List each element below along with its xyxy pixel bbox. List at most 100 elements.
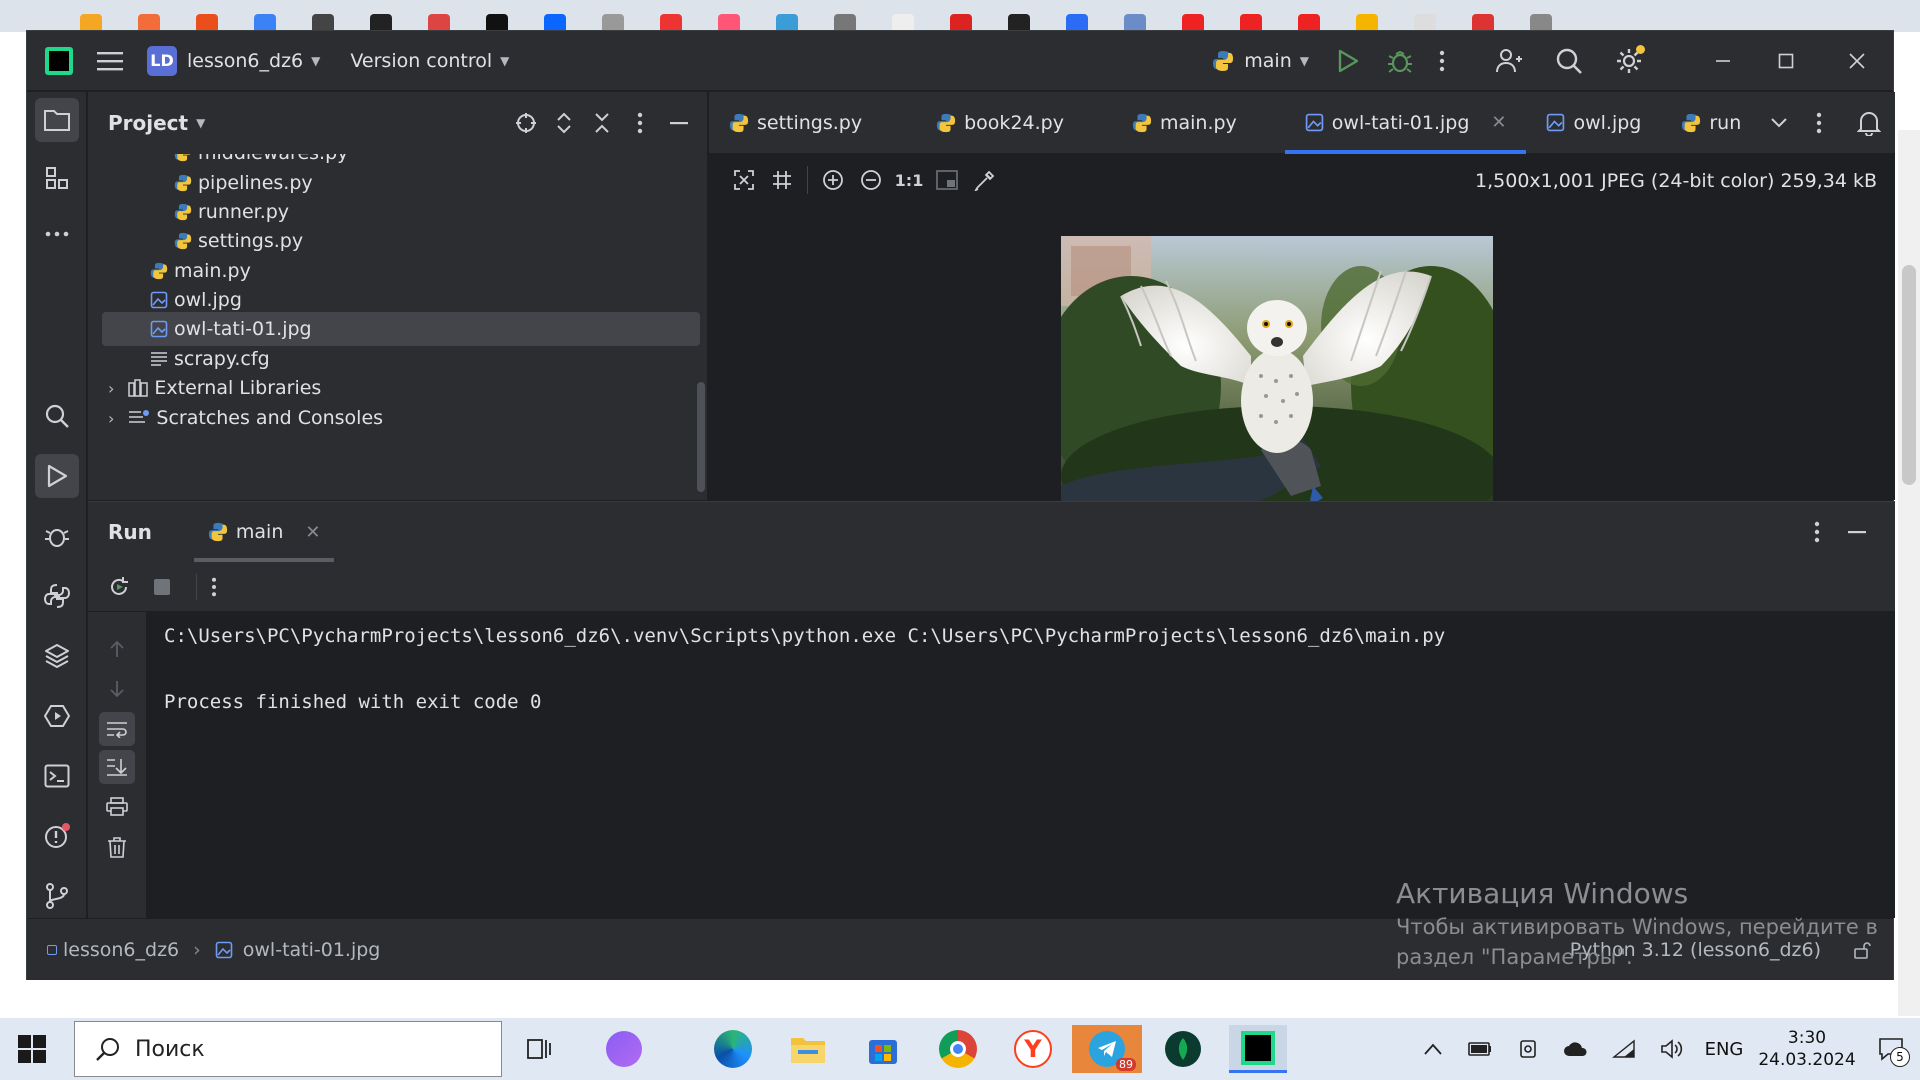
tree-item[interactable]: owl-tati-01.jpg xyxy=(102,312,700,346)
project-tree-scrollbar[interactable] xyxy=(697,382,705,492)
alice-assistant-button[interactable] xyxy=(595,1025,653,1073)
notification-center-button[interactable]: 5 xyxy=(1862,1037,1920,1067)
project-panel-title[interactable]: Project xyxy=(108,111,188,135)
clock[interactable]: 3:30 24.03.2024 xyxy=(1752,1027,1862,1071)
taskbar-search-box[interactable]: Поиск xyxy=(74,1021,502,1077)
run-more-button[interactable] xyxy=(211,577,231,597)
stop-button[interactable] xyxy=(152,577,182,597)
start-button[interactable] xyxy=(18,1035,46,1063)
zoom-in-button[interactable] xyxy=(814,161,852,199)
taskbar-app-pycharm[interactable] xyxy=(1229,1025,1287,1073)
debug-tool-button[interactable] xyxy=(35,514,79,558)
network-button[interactable] xyxy=(1600,1039,1648,1059)
notifications-button[interactable] xyxy=(1857,110,1881,136)
minimize-button[interactable] xyxy=(1695,53,1751,69)
maximize-button[interactable] xyxy=(1751,53,1821,69)
structure-tool-button[interactable] xyxy=(35,156,79,200)
fit-zoom-button[interactable] xyxy=(725,161,763,199)
battery-indicator[interactable] xyxy=(1456,1041,1504,1057)
close-icon[interactable]: ✕ xyxy=(305,522,320,543)
editor-scrollbar[interactable] xyxy=(1881,154,1895,500)
project-tool-button[interactable] xyxy=(35,98,79,142)
run-tool-button[interactable] xyxy=(35,454,79,498)
taskbar-app-edge[interactable] xyxy=(704,1025,762,1073)
settings-button[interactable] xyxy=(1615,44,1645,75)
zoom-out-button[interactable] xyxy=(852,161,890,199)
breadcrumb-project[interactable]: lesson6_dz6 xyxy=(63,939,179,961)
project-switcher[interactable]: LD lesson6_dz6 ▼ xyxy=(147,45,320,76)
more-actions-button[interactable] xyxy=(1439,50,1445,72)
show-hidden-icons-button[interactable] xyxy=(1410,1043,1456,1055)
print-button[interactable] xyxy=(99,790,135,824)
color-picker-button[interactable] xyxy=(966,161,1004,199)
clear-all-button[interactable] xyxy=(99,830,135,864)
panel-options-button[interactable] xyxy=(621,112,659,134)
scroll-to-end-button[interactable] xyxy=(99,750,135,784)
watermark-line1: Чтобы активировать Windows, перейдите в xyxy=(1396,915,1878,939)
find-tool-button[interactable] xyxy=(35,394,79,438)
rerun-button[interactable] xyxy=(108,576,138,598)
editor-tab[interactable]: owl.jpg xyxy=(1526,92,1661,154)
run-options-button[interactable] xyxy=(1797,521,1837,543)
close-window-button[interactable] xyxy=(1821,52,1893,69)
code-with-me-button[interactable] xyxy=(1495,47,1523,75)
main-menu-button[interactable] xyxy=(97,50,123,72)
editor-tab[interactable]: owl-tati-01.jpg ✕ xyxy=(1284,92,1527,154)
chevron-right-icon[interactable]: › xyxy=(108,409,114,428)
taskbar-app-telegram[interactable]: 89 xyxy=(1072,1025,1142,1073)
git-tool-button[interactable] xyxy=(35,874,79,918)
soft-wrap-button[interactable] xyxy=(99,712,135,746)
close-icon[interactable]: ✕ xyxy=(1491,112,1506,133)
taskbar-app-chrome[interactable] xyxy=(929,1025,987,1073)
editor-tab[interactable]: run xyxy=(1661,92,1741,154)
problems-tool-button[interactable] xyxy=(35,814,79,858)
python-console-tool-button[interactable] xyxy=(35,574,79,618)
chevron-down-icon[interactable]: ▼ xyxy=(196,116,205,130)
chevron-right-icon[interactable]: › xyxy=(108,379,114,398)
run-configuration-selector[interactable]: main ▼ xyxy=(1212,50,1309,72)
taskbar-app-mongodb[interactable] xyxy=(1154,1025,1212,1073)
debug-button[interactable] xyxy=(1387,48,1413,74)
actual-size-button[interactable]: 1:1 xyxy=(890,161,928,199)
scroll-up-button[interactable] xyxy=(99,632,135,666)
python-packages-tool-button[interactable] xyxy=(35,634,79,678)
hide-run-panel-button[interactable] xyxy=(1837,530,1877,534)
language-indicator[interactable]: ENG xyxy=(1696,1039,1752,1060)
search-everywhere-button[interactable] xyxy=(1555,47,1583,75)
terminal-tool-button[interactable] xyxy=(35,754,79,798)
taskbar-app-explorer[interactable] xyxy=(779,1025,837,1073)
hide-panel-button[interactable] xyxy=(659,121,699,125)
browser-scrollbar[interactable] xyxy=(1898,130,1920,1016)
volume-button[interactable] xyxy=(1648,1039,1696,1059)
run-tab-main[interactable]: main ✕ xyxy=(193,502,335,562)
run-button[interactable] xyxy=(1337,49,1359,73)
editor-tab[interactable]: settings.py xyxy=(709,92,882,154)
breadcrumb-file[interactable]: owl-tati-01.jpg xyxy=(243,939,381,961)
background-toggle-button[interactable] xyxy=(928,161,966,199)
task-view-button[interactable] xyxy=(510,1025,568,1073)
grid-button[interactable] xyxy=(763,161,801,199)
taskbar-app-yandex[interactable]: Y xyxy=(1004,1025,1062,1073)
editor-tab[interactable]: book24.py xyxy=(916,92,1084,154)
project-panel-header: Project ▼ xyxy=(88,92,707,154)
browser-scrollbar-thumb[interactable] xyxy=(1902,265,1916,485)
more-tabs-button[interactable] xyxy=(1759,117,1799,128)
services-tool-button[interactable] xyxy=(35,694,79,738)
taskbar-app-store[interactable] xyxy=(854,1025,912,1073)
more-tools-button[interactable] xyxy=(35,212,79,256)
chrome-icon xyxy=(939,1030,977,1068)
editor-tab[interactable]: main.py xyxy=(1112,92,1257,154)
tree-item[interactable]: › External Libraries xyxy=(88,371,698,405)
tree-item[interactable]: settings.py xyxy=(88,224,698,258)
pycharm-logo-icon[interactable] xyxy=(45,46,73,75)
select-opened-file-button[interactable] xyxy=(507,112,545,134)
onedrive-button[interactable] xyxy=(1552,1041,1600,1057)
collapse-all-button[interactable] xyxy=(583,112,621,134)
tab-options-button[interactable] xyxy=(1799,112,1839,134)
expand-all-button[interactable] xyxy=(545,112,583,134)
scroll-down-button[interactable] xyxy=(99,672,135,706)
console-output[interactable]: C:\Users\PC\PycharmProjects\lesson6_dz6\… xyxy=(164,620,1445,719)
tree-item[interactable]: › Scratches and Consoles xyxy=(88,401,698,435)
version-control-menu[interactable]: Version control ▼ xyxy=(350,50,509,72)
meet-now-button[interactable] xyxy=(1504,1038,1552,1060)
